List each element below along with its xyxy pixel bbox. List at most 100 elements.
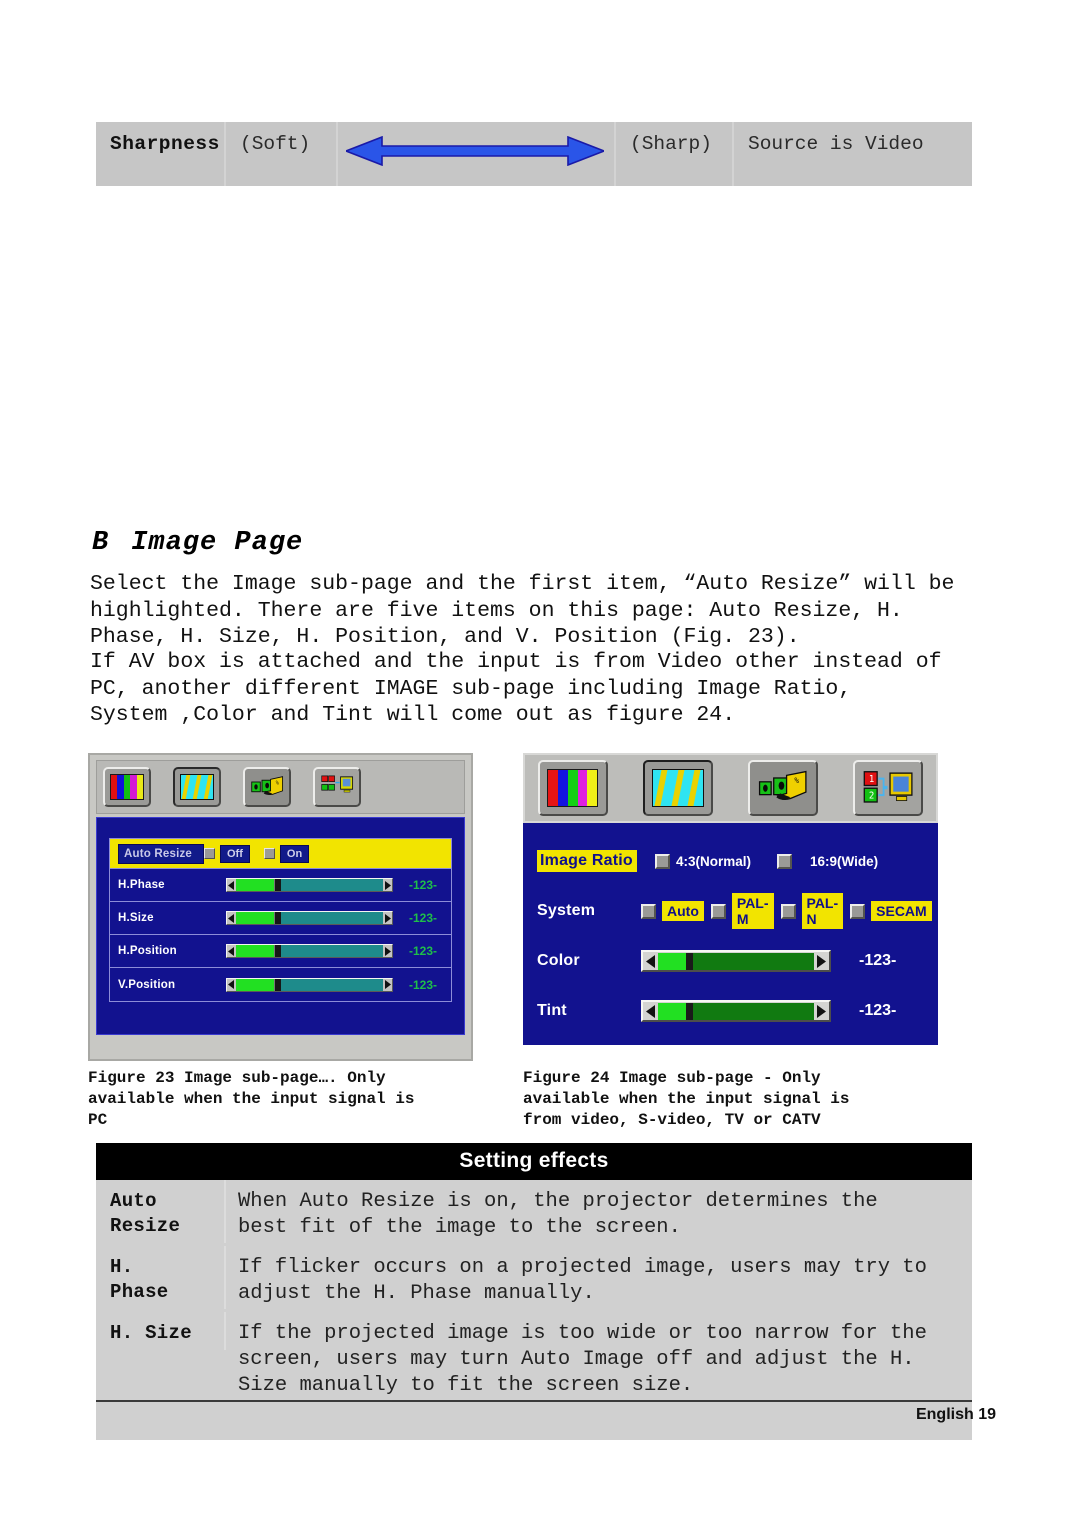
slider-right-arrow-icon[interactable]: [814, 952, 828, 970]
slider-track[interactable]: [236, 912, 383, 924]
slider-left-arrow-icon[interactable]: [227, 945, 236, 957]
source-pc-icon[interactable]: [313, 767, 361, 807]
paragraph-line: PC, another different IMAGE sub-page inc…: [90, 676, 852, 701]
menu-row-system[interactable]: System Auto PAL-M PAL-N SECAM: [537, 886, 932, 936]
option-auto[interactable]: Auto: [641, 901, 704, 921]
option-label: Off: [220, 844, 250, 863]
checkbox-icon[interactable]: [641, 903, 656, 919]
option-4-3-normal[interactable]: 4:3(Normal): [655, 853, 751, 869]
caption-line: Figure 23 Image sub-page…. Only: [88, 1069, 386, 1087]
term-line: Phase: [110, 1281, 169, 1303]
slider-track[interactable]: [236, 945, 383, 957]
slider-value: -123-: [408, 878, 437, 892]
slider-color[interactable]: [641, 950, 831, 972]
slider-thumb[interactable]: [274, 978, 282, 991]
menu-row-v-position[interactable]: V.Position -123-: [110, 968, 451, 1001]
slider-thumb[interactable]: [686, 952, 694, 970]
slider-left-arrow-icon[interactable]: [644, 1002, 658, 1020]
figure-23: % Auto Resize Off On H.Phase -123- H.Siz…: [88, 753, 473, 1061]
setting-effects-header: Setting effects: [96, 1143, 972, 1180]
option-pal-m[interactable]: PAL-M: [710, 893, 774, 929]
slider-value: -123-: [408, 911, 437, 925]
desc-line: If flicker occurs on a projected image, …: [238, 1256, 927, 1279]
slider-right-arrow-icon[interactable]: [383, 978, 392, 991]
option-pal-n[interactable]: PAL-N: [780, 893, 844, 929]
effects-desc-auto-resize: When Auto Resize is on, the projector de…: [226, 1180, 972, 1246]
double-headed-arrow-icon: [346, 136, 604, 166]
slider-track[interactable]: [658, 952, 814, 970]
slider-h-position[interactable]: [226, 944, 393, 958]
effects-desc-h-size: If the projected image is too wide or to…: [226, 1312, 972, 1404]
checkbox-icon[interactable]: [204, 848, 215, 859]
image-stripes-icon[interactable]: [173, 767, 221, 807]
slider-track[interactable]: [236, 978, 383, 991]
remote-hand-icon[interactable]: %: [243, 767, 291, 807]
option-on[interactable]: On: [263, 844, 310, 863]
osd-blue-panel: Image Ratio 4:3(Normal) 16:9(Wide) Syste…: [523, 823, 938, 1045]
checkbox-icon[interactable]: [263, 848, 275, 859]
slider-value: -123-: [859, 952, 897, 969]
paragraph-av-box: If AV box is attached and the input is f…: [90, 649, 990, 729]
menu-label: System: [537, 902, 596, 919]
figure-24: % 1 2 Image Ratio 4:3(Normal) 16:9(Wide)…: [523, 753, 938, 1058]
menu-row-h-position[interactable]: H.Position -123-: [110, 935, 451, 968]
color-bars-icon[interactable]: [537, 760, 608, 816]
menu-row-color[interactable]: Color -123-: [537, 936, 924, 986]
source-pc-icon[interactable]: 1 2: [853, 760, 924, 816]
slider-h-phase[interactable]: [226, 878, 393, 892]
section-title: Image Page: [131, 528, 304, 558]
caption-line: Figure 24 Image sub-page - Only: [523, 1069, 821, 1087]
slider-left-arrow-icon[interactable]: [227, 879, 236, 891]
menu-label: V.Position: [118, 978, 176, 991]
menu-row-h-phase[interactable]: H.Phase -123-: [110, 869, 451, 902]
slider-left-arrow-icon[interactable]: [644, 952, 658, 970]
checkbox-icon[interactable]: [780, 903, 796, 919]
slider-h-size[interactable]: [226, 911, 393, 925]
slider-track[interactable]: [658, 1002, 814, 1020]
paragraph-line: System ,Color and Tint will come out as …: [90, 703, 736, 727]
slider-right-arrow-icon[interactable]: [383, 879, 392, 891]
option-label: On: [279, 844, 310, 863]
menu-row-tint[interactable]: Tint -123-: [537, 986, 924, 1036]
sharpness-range-cell: [338, 122, 616, 186]
slider-left-arrow-icon[interactable]: [227, 978, 236, 991]
menu-row-h-size[interactable]: H.Size -123-: [110, 902, 451, 935]
svg-text:1: 1: [869, 774, 874, 785]
menu-row-image-ratio[interactable]: Image Ratio 4:3(Normal) 16:9(Wide): [537, 836, 924, 886]
slider-v-position[interactable]: [226, 977, 393, 992]
option-secam[interactable]: SECAM: [850, 901, 932, 921]
slider-right-arrow-icon[interactable]: [814, 1002, 828, 1020]
term-line: Auto: [110, 1190, 157, 1212]
sharpness-name-cell: Sharpness: [96, 122, 226, 186]
desc-line: screen, users may turn Auto Image off an…: [238, 1348, 915, 1371]
slider-right-arrow-icon[interactable]: [383, 945, 392, 957]
option-16-9-wide[interactable]: 16:9(Wide): [777, 853, 879, 869]
option-off[interactable]: Off: [204, 844, 250, 863]
slider-tint[interactable]: [641, 1000, 831, 1022]
checkbox-icon[interactable]: [655, 853, 670, 869]
slider-thumb[interactable]: [274, 945, 282, 957]
sharpness-setting-table: Sharpness (Soft) (Sharp) Source is Video: [96, 122, 972, 186]
menu-row-auto-resize[interactable]: Auto Resize Off On: [110, 839, 451, 869]
color-bars-icon[interactable]: [103, 767, 151, 807]
slider-track[interactable]: [236, 879, 383, 891]
paragraph-line: If AV box is attached and the input is f…: [90, 650, 942, 674]
slider-thumb[interactable]: [274, 912, 282, 924]
checkbox-icon[interactable]: [777, 853, 793, 869]
checkbox-icon[interactable]: [850, 903, 866, 919]
sharpness-note-cell: Source is Video: [748, 133, 924, 155]
slider-left-arrow-icon[interactable]: [227, 912, 236, 924]
effects-term-h-size: H. Size: [96, 1312, 226, 1350]
slider-right-arrow-icon[interactable]: [383, 912, 392, 924]
desc-line: best fit of the image to the screen.: [238, 1216, 681, 1239]
osd-blue-panel: Auto Resize Off On H.Phase -123- H.Size …: [96, 817, 465, 1035]
menu-label: Image Ratio: [537, 850, 637, 872]
table-row: H. Size If the projected image is too wi…: [96, 1312, 972, 1440]
slider-thumb[interactable]: [686, 1002, 694, 1020]
paragraph-line: highlighted. There are five items on thi…: [90, 598, 903, 623]
image-stripes-icon[interactable]: [642, 760, 713, 816]
checkbox-icon[interactable]: [710, 903, 726, 919]
slider-thumb[interactable]: [274, 879, 282, 891]
option-label: 16:9(Wide): [810, 853, 879, 869]
remote-hand-icon[interactable]: %: [748, 760, 819, 816]
